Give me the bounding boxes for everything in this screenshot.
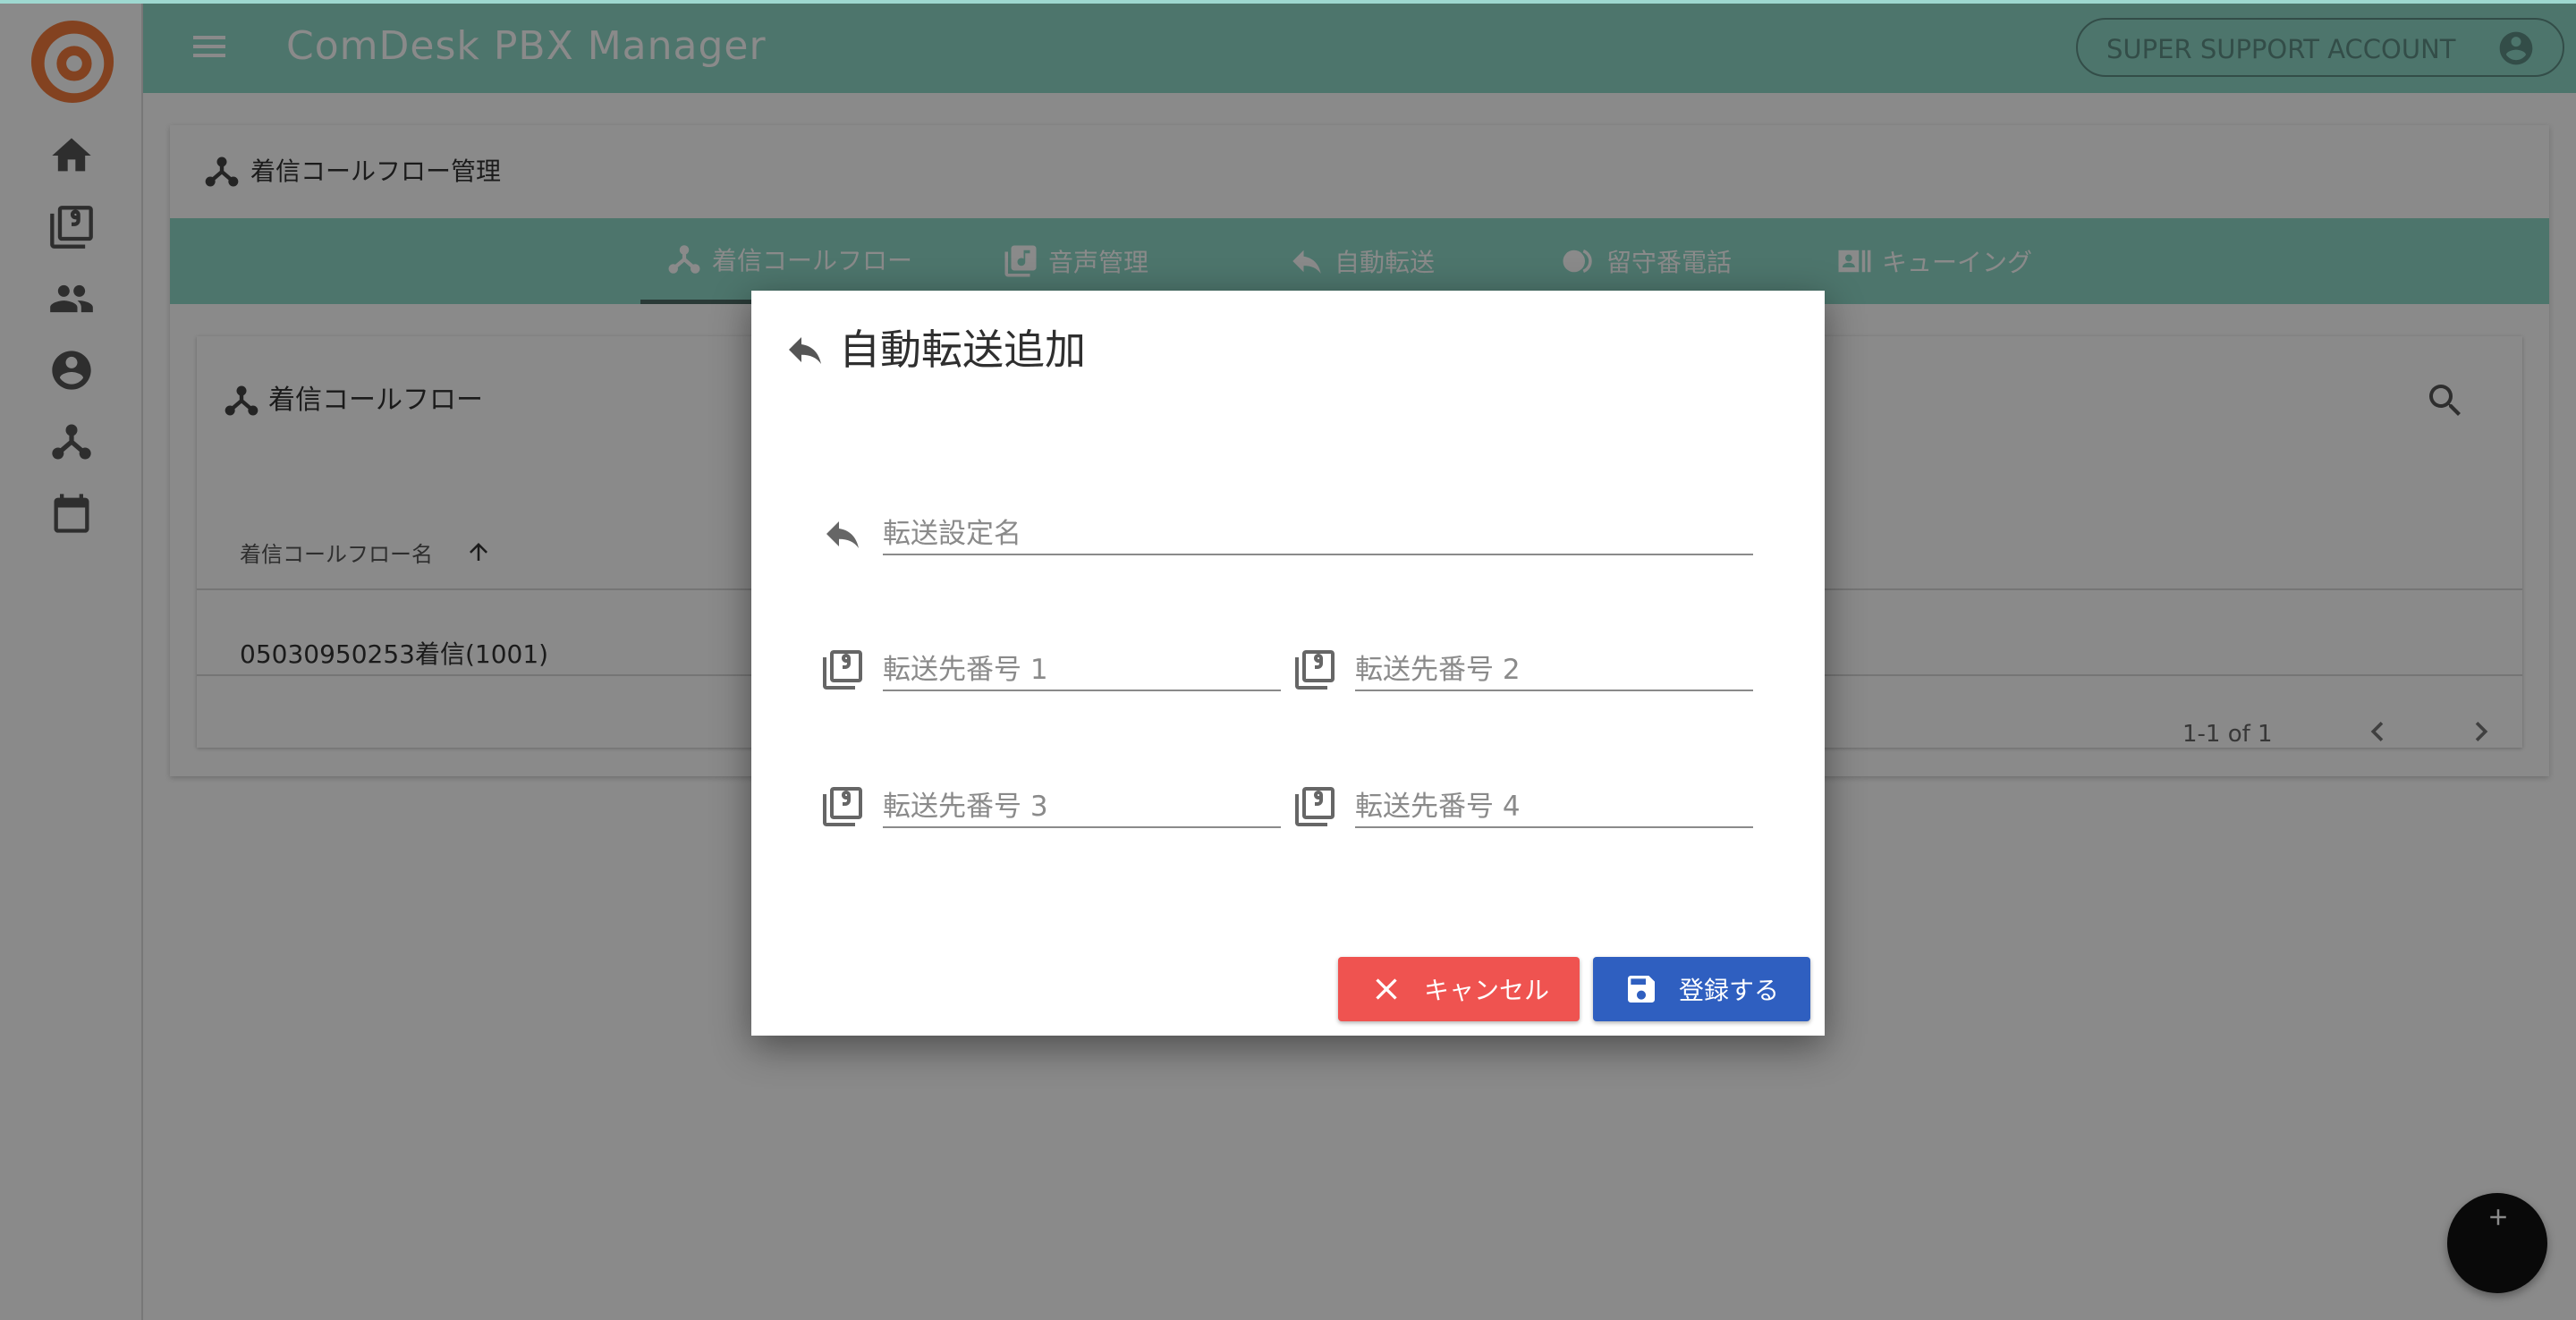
dialpad-box-icon — [1295, 650, 1335, 690]
cancel-button[interactable]: キャンセル — [1338, 957, 1580, 1021]
dialpad-box-icon — [1295, 787, 1335, 826]
window-top-border — [0, 0, 2576, 4]
close-icon — [1376, 978, 1397, 1000]
auto-forward-dialog: 自動転送追加 キャンセル 登録する — [751, 291, 1825, 1036]
cancel-label: キャンセル — [1424, 976, 1550, 1005]
forward-number-3-input[interactable] — [883, 787, 1281, 828]
dialog-title: 自動転送追加 — [839, 326, 1086, 374]
forward-number-2-input[interactable] — [1355, 650, 1753, 691]
save-label: 登録する — [1679, 976, 1780, 1005]
reply-icon — [826, 521, 859, 548]
save-icon — [1628, 976, 1655, 1003]
forward-setting-name-input[interactable] — [883, 514, 1753, 555]
dialpad-box-icon — [823, 650, 862, 690]
forward-number-1-input[interactable] — [883, 650, 1281, 691]
dialpad-box-icon — [823, 787, 862, 826]
reply-icon — [789, 337, 821, 364]
forward-number-4-input[interactable] — [1355, 787, 1753, 828]
save-button[interactable]: 登録する — [1593, 957, 1810, 1021]
